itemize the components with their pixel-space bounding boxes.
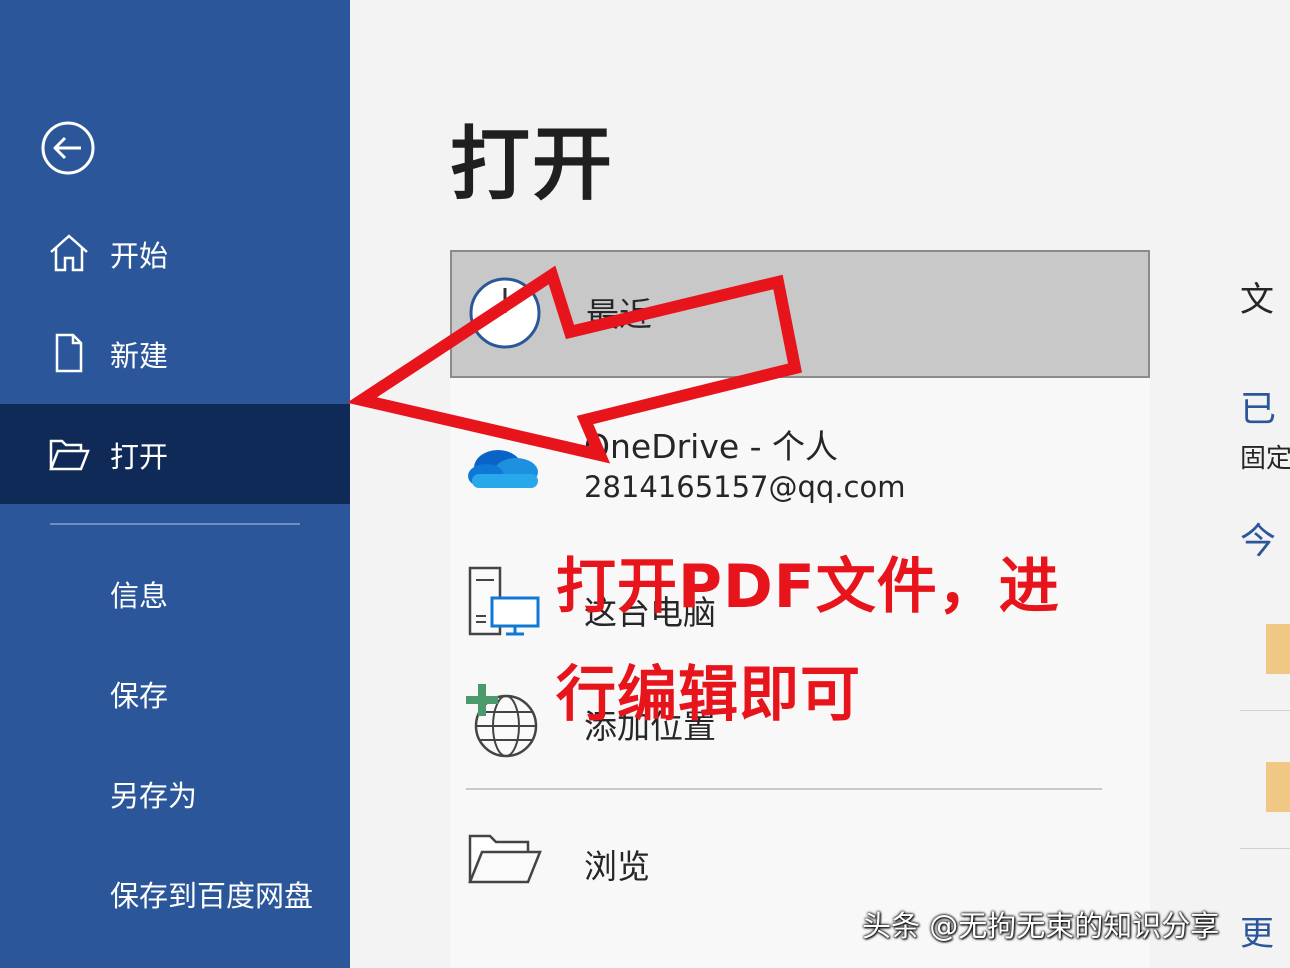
file-row-divider bbox=[1240, 848, 1290, 849]
page-title: 打开 bbox=[450, 118, 614, 211]
nav-label-info: 信息 bbox=[110, 579, 169, 613]
nav-item-new[interactable]: 新建 bbox=[0, 303, 350, 403]
nav-label-save-baidu: 保存到百度网盘 bbox=[110, 879, 314, 913]
nav-item-save-as[interactable]: 另存为 bbox=[0, 743, 350, 843]
today-section-title[interactable]: 今 bbox=[1240, 512, 1276, 564]
nav-item-home[interactable]: 开始 bbox=[0, 203, 350, 303]
nav-label-save-as: 另存为 bbox=[110, 779, 198, 813]
nav-label-save: 保存 bbox=[110, 679, 169, 713]
more-files-link[interactable]: 更 bbox=[1240, 906, 1274, 955]
locations-list: 最近 OneDrive - 个人 2814165157@qq.com 这台电脑 … bbox=[450, 250, 1150, 968]
nav-item-info[interactable]: 信息 bbox=[0, 543, 350, 643]
add-place-globe-icon bbox=[466, 680, 542, 764]
files-header: 文 bbox=[1240, 280, 1274, 320]
location-browse[interactable]: 浏览 bbox=[450, 810, 1150, 910]
file-thumbnail-icon[interactable] bbox=[1266, 762, 1290, 812]
location-add-place-label: 添加位置 bbox=[584, 707, 716, 746]
locations-divider bbox=[466, 788, 1102, 790]
location-recent-label: 最近 bbox=[586, 295, 652, 334]
pinned-section-desc: 固定 bbox=[1240, 444, 1290, 474]
location-add-place[interactable]: 添加位置 bbox=[450, 670, 1150, 770]
nav-item-save[interactable]: 保存 bbox=[0, 643, 350, 743]
clock-icon bbox=[468, 276, 542, 354]
location-onedrive[interactable]: OneDrive - 个人 2814165157@qq.com bbox=[450, 410, 1150, 520]
onedrive-cloud-icon bbox=[466, 438, 542, 494]
pinned-section-title[interactable]: 已 bbox=[1240, 380, 1276, 432]
nav-item-save-baidu[interactable]: 保存到百度网盘 bbox=[0, 843, 350, 943]
location-onedrive-account: 2814165157@qq.com bbox=[584, 470, 906, 504]
location-onedrive-label: OneDrive - 个人 bbox=[584, 427, 839, 466]
open-folder-icon bbox=[48, 433, 90, 475]
location-this-pc-label: 这台电脑 bbox=[584, 593, 716, 632]
backstage-sidebar: 开始 新建 打开 信息 保存 另存为 保存到百度网盘 bbox=[0, 0, 350, 968]
location-this-pc[interactable]: 这台电脑 bbox=[450, 550, 1150, 650]
watermark-text: 头条 @无拘无束的知识分享 bbox=[862, 909, 1220, 943]
browse-folder-icon bbox=[466, 830, 542, 890]
sidebar-divider bbox=[50, 523, 300, 525]
nav-label-home: 开始 bbox=[110, 239, 169, 273]
location-browse-label: 浏览 bbox=[584, 847, 650, 886]
home-icon bbox=[48, 232, 90, 274]
recent-files-column: 文 已 固定 今 更 bbox=[1238, 250, 1290, 968]
nav-item-open[interactable]: 打开 bbox=[0, 404, 350, 504]
open-pane: 打开 最近 OneDrive - 个人 2814165157@qq.com 这台… bbox=[350, 0, 1290, 968]
location-recent[interactable]: 最近 bbox=[450, 250, 1150, 378]
file-row-divider bbox=[1240, 710, 1290, 711]
nav-label-open: 打开 bbox=[110, 440, 169, 474]
new-document-icon bbox=[48, 332, 90, 374]
this-pc-icon bbox=[466, 566, 542, 642]
file-thumbnail-icon[interactable] bbox=[1266, 624, 1290, 674]
nav-label-new: 新建 bbox=[110, 339, 169, 373]
back-arrow-circle-icon[interactable] bbox=[40, 120, 96, 176]
